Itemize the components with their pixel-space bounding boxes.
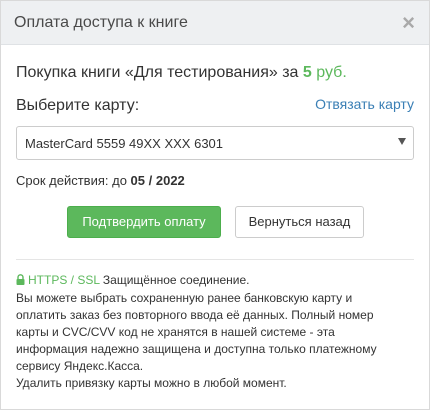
select-card-label: Выберите карту: bbox=[16, 97, 140, 114]
unlink-card-link[interactable]: Отвязать карту bbox=[315, 96, 414, 112]
confirm-payment-button[interactable]: Подтвердить оплату bbox=[67, 206, 221, 238]
expiry-year: 2022 bbox=[155, 173, 185, 188]
info-line: сервису Яндекс.Касса. bbox=[16, 359, 144, 373]
info-line: оплатить заказ без повторного ввода её д… bbox=[16, 308, 374, 322]
close-icon[interactable]: × bbox=[402, 10, 415, 36]
info-line: Удалить привязку карты можно в любой мом… bbox=[16, 376, 287, 390]
secure-connection-text: Защищённое соединение. bbox=[99, 273, 250, 287]
https-ssl-label: HTTPS / SSL bbox=[28, 273, 100, 287]
payment-modal: Оплата доступа к книге × Покупка книги «… bbox=[0, 0, 430, 410]
expiry-date: Срок действия: до 05 / 2022 bbox=[16, 173, 185, 188]
divider bbox=[16, 259, 414, 260]
info-line: информация надежно защищена и доступна т… bbox=[16, 342, 377, 356]
lock-icon bbox=[16, 273, 25, 290]
security-info: HTTPS / SSL Защищённое соединение. Вы мо… bbox=[16, 272, 411, 392]
chevron-down-icon bbox=[398, 138, 406, 145]
card-select-value: MasterCard 5559 49XX XXX 6301 bbox=[25, 136, 224, 151]
info-line: карты и CVC/CVV код не хранятся в нашей … bbox=[16, 325, 335, 339]
card-select[interactable]: MasterCard 5559 49XX XXX 6301 bbox=[16, 126, 414, 160]
purchase-text: Покупка книги «Для тестирования» за bbox=[16, 64, 303, 81]
go-back-button[interactable]: Вернуться назад bbox=[235, 206, 364, 238]
secure-connection-line: HTTPS / SSL Защищённое соединение. bbox=[16, 272, 411, 290]
expiry-label: Срок действия: до bbox=[16, 173, 131, 188]
info-line: Вы можете выбрать сохраненную ранее банк… bbox=[16, 291, 353, 305]
modal-header: Оплата доступа к книге × bbox=[1, 1, 429, 45]
modal-title: Оплата доступа к книге bbox=[14, 14, 188, 31]
price-value: 5 bbox=[302, 64, 312, 81]
price-currency: руб. bbox=[316, 64, 347, 81]
expiry-month: 05 bbox=[130, 173, 146, 188]
expiry-separator: / bbox=[145, 173, 156, 188]
purchase-summary: Покупка книги «Для тестирования» за 5 ру… bbox=[16, 64, 347, 82]
